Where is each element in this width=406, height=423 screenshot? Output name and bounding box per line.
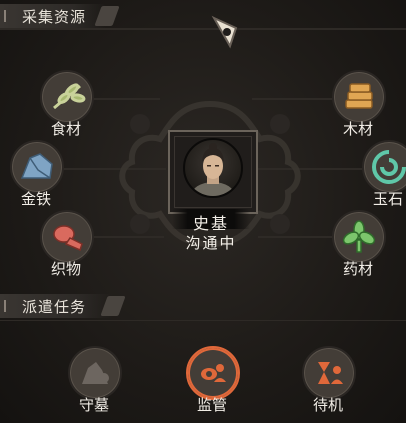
location-pointer-icon xyxy=(211,15,238,49)
character-name: 史基 xyxy=(192,214,229,233)
standby-icon xyxy=(302,346,356,400)
gather-title: 采集资源 xyxy=(22,7,87,26)
fabric-icon xyxy=(40,210,94,264)
task-supervise[interactable]: 监管 xyxy=(184,346,240,416)
medicine-icon xyxy=(332,210,386,264)
resource-wood[interactable]: 木材 xyxy=(330,70,386,140)
resource-food[interactable]: 食材 xyxy=(38,70,94,140)
ore-icon xyxy=(10,140,64,194)
task-label: 监管 xyxy=(196,396,227,414)
character-status: 沟通中 xyxy=(185,234,237,252)
character-portrait xyxy=(183,138,243,198)
character-card[interactable] xyxy=(168,130,258,214)
resource-label: 木材 xyxy=(342,120,373,138)
divider-line xyxy=(0,28,406,30)
tomb-guard-icon xyxy=(68,346,122,400)
supervise-icon xyxy=(186,346,240,400)
lumber-icon xyxy=(332,70,386,124)
task-label: 待机 xyxy=(312,396,343,414)
resource-label: 药材 xyxy=(342,260,373,278)
resource-label: 金铁 xyxy=(20,190,51,208)
task-label: 守墓 xyxy=(78,396,109,414)
resource-panel: 采集资源 食材 木材 金铁 玉石 织物 药材 史基 沟通中 派遣任务 守墓 监管… xyxy=(0,0,406,423)
task-guard-tomb[interactable]: 守墓 xyxy=(66,346,122,416)
header-bracket-icon xyxy=(4,300,16,312)
jade-icon xyxy=(362,140,406,194)
resource-jade[interactable]: 玉石 xyxy=(360,140,406,210)
resource-label: 食材 xyxy=(50,120,81,138)
divider-line xyxy=(0,320,406,321)
header-bracket-icon xyxy=(4,10,16,22)
resource-metal[interactable]: 金铁 xyxy=(8,140,64,210)
resource-medicine[interactable]: 药材 xyxy=(330,210,386,280)
dispatch-title: 派遣任务 xyxy=(22,297,87,316)
dispatch-header: 派遣任务 xyxy=(0,294,126,318)
resource-label: 织物 xyxy=(50,260,81,278)
herb-icon xyxy=(40,70,94,124)
gather-header: 采集资源 xyxy=(0,4,120,28)
resource-label: 玉石 xyxy=(372,190,403,208)
task-standby[interactable]: 待机 xyxy=(300,346,356,416)
resource-fabric[interactable]: 织物 xyxy=(38,210,94,280)
